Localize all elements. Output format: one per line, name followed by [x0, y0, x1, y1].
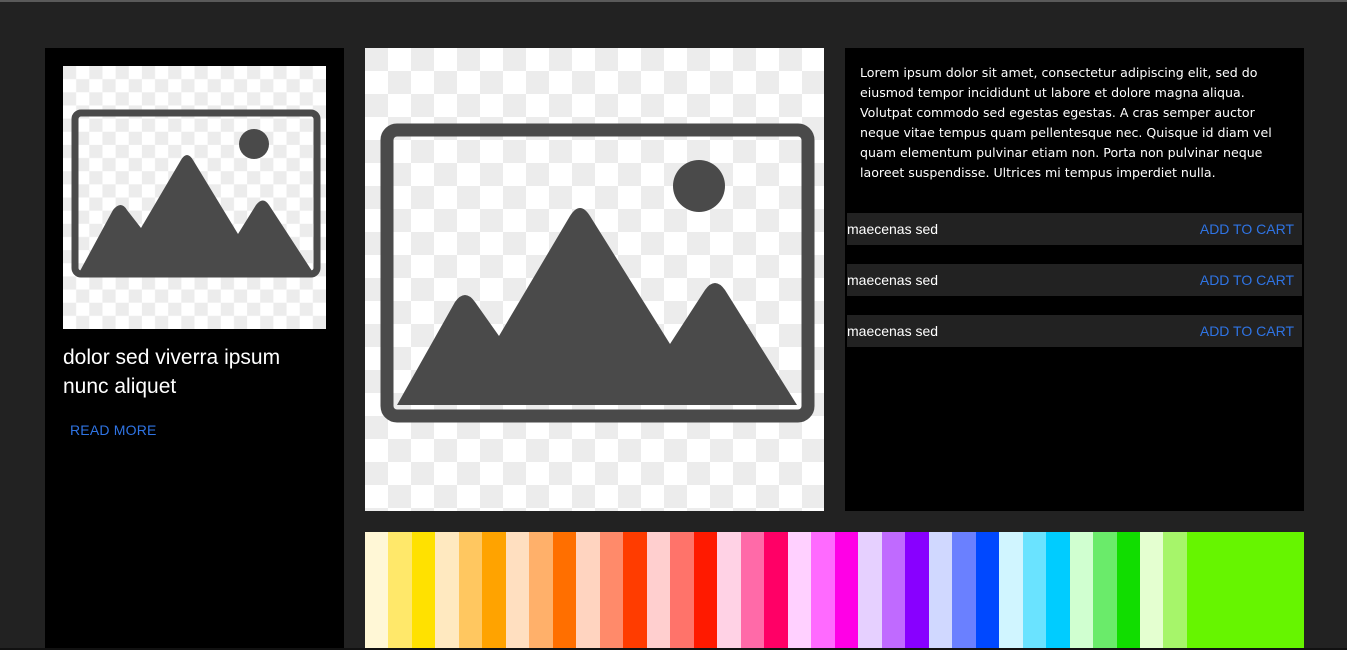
- add-to-cart-button[interactable]: ADD TO CART: [1200, 323, 1294, 339]
- item-name: maecenas sed: [847, 323, 939, 339]
- color-swatch: [1069, 532, 1094, 648]
- color-swatch: [529, 532, 553, 648]
- color-swatch: [365, 532, 389, 648]
- color-swatch: [740, 532, 765, 648]
- color-swatch: [505, 532, 530, 648]
- color-swatch: [576, 532, 600, 648]
- color-swatch: [952, 532, 976, 648]
- color-swatch: [881, 532, 906, 648]
- color-swatch: [599, 532, 624, 648]
- description-text: Lorem ipsum dolor sit amet, consectetur …: [860, 65, 1272, 180]
- color-swatch: [1139, 532, 1164, 648]
- color-swatch: [1046, 532, 1070, 648]
- list-item: maecenas sed ADD TO CART: [847, 315, 1302, 347]
- image-placeholder-icon: [365, 48, 824, 511]
- color-swatch: [834, 532, 859, 648]
- color-swatch: [1163, 532, 1187, 648]
- color-swatch: [458, 532, 483, 648]
- item-name: maecenas sed: [847, 221, 939, 237]
- color-swatch: [811, 532, 835, 648]
- color-swatch: [670, 532, 694, 648]
- color-swatch: [905, 532, 929, 648]
- color-swatch: [858, 532, 882, 648]
- top-border: [0, 0, 1347, 2]
- color-swatch: [646, 532, 671, 648]
- list-item: maecenas sed ADD TO CART: [847, 264, 1302, 296]
- read-more-link[interactable]: READ MORE: [70, 422, 157, 438]
- color-swatch: [623, 532, 647, 648]
- item-name: maecenas sed: [847, 272, 939, 288]
- article-card: dolor sed viverra ipsum nunc aliquet REA…: [45, 48, 344, 650]
- add-to-cart-button[interactable]: ADD TO CART: [1200, 272, 1294, 288]
- color-swatch: [1022, 532, 1047, 648]
- color-swatch: [999, 532, 1023, 648]
- color-swatch: [764, 532, 788, 648]
- color-swatch: [693, 532, 718, 648]
- color-swatch: [435, 532, 459, 648]
- color-swatch: [928, 532, 953, 648]
- color-swatch: [411, 532, 436, 648]
- color-swatch: [975, 532, 1000, 648]
- color-swatch: [717, 532, 741, 648]
- color-swatch: [482, 532, 506, 648]
- product-panel: Lorem ipsum dolor sit amet, consectetur …: [845, 48, 1304, 511]
- card-title: dolor sed viverra ipsum nunc aliquet: [63, 346, 281, 398]
- image-placeholder-icon: [63, 66, 326, 329]
- color-swatch-strip: [365, 532, 1304, 648]
- color-swatch: [1116, 532, 1140, 648]
- color-swatch: [1186, 532, 1304, 648]
- list-item: maecenas sed ADD TO CART: [847, 213, 1302, 245]
- color-swatch: [1093, 532, 1117, 648]
- color-swatch: [787, 532, 812, 648]
- color-swatch: [388, 532, 412, 648]
- add-to-cart-button[interactable]: ADD TO CART: [1200, 221, 1294, 237]
- color-swatch: [552, 532, 577, 648]
